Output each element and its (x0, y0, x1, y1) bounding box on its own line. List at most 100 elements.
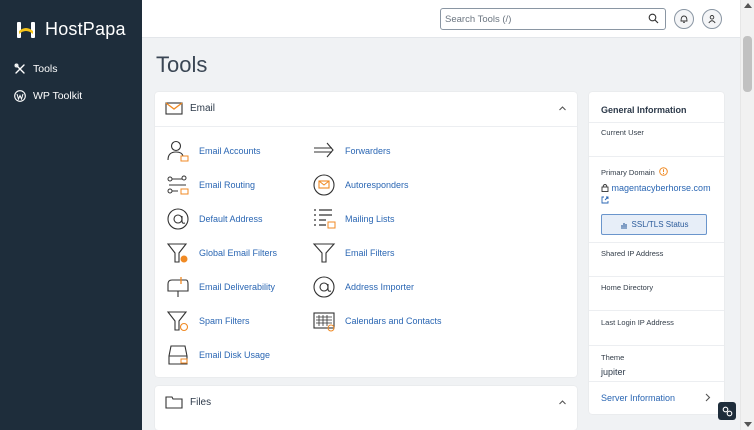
spam-filters-icon (166, 311, 189, 332)
brand-name: HostPapa (45, 19, 126, 39)
bell-icon (680, 15, 688, 23)
tool-label: Email Routing (199, 180, 256, 190)
tool-forwarders[interactable]: Forwarders (311, 138, 391, 164)
section-title: Email (190, 103, 216, 114)
tool-label: Spam Filters (199, 316, 250, 326)
tool-email-routing[interactable]: Email Routing (165, 172, 255, 198)
page-scrollbar[interactable] (740, 0, 754, 430)
current-user-label: Current User (601, 128, 644, 137)
info-circle-icon[interactable] (659, 167, 668, 176)
primary-domain-value: magentacyberhorse.com (611, 183, 711, 193)
divider (589, 122, 724, 123)
divider (589, 276, 724, 277)
email-filters-icon (312, 243, 336, 263)
tool-address-importer[interactable]: Address Importer (311, 274, 414, 300)
divider (589, 242, 724, 243)
tool-label: Global Email Filters (199, 248, 278, 258)
divider (589, 156, 724, 157)
forwarders-icon (314, 142, 334, 158)
folder-icon (165, 396, 183, 409)
divider (589, 381, 724, 382)
search-input[interactable] (445, 11, 641, 27)
search-icon[interactable] (648, 13, 659, 24)
theme-value: jupiter (601, 367, 626, 377)
tool-label: Email Deliverability (199, 282, 276, 292)
tool-label: Mailing Lists (345, 214, 395, 224)
divider (589, 310, 724, 311)
search-box[interactable] (440, 8, 666, 30)
tool-global-email-filters[interactable]: Global Email Filters (165, 240, 277, 266)
email-section: Email Email Accounts Email Routing Defau… (155, 92, 577, 377)
scroll-up-arrow-icon[interactable] (744, 3, 752, 8)
user-menu-button[interactable] (702, 9, 722, 29)
tool-label: Calendars and Contacts (345, 316, 442, 326)
tool-label: Email Disk Usage (199, 350, 271, 360)
tools-icon (14, 63, 25, 74)
tool-label: Default Address (199, 214, 263, 224)
theme-label: Theme (601, 353, 625, 362)
sidebar-item-label: WP Toolkit (33, 90, 83, 102)
hostpapa-logo-icon (17, 21, 35, 38)
mailing-lists-icon (314, 209, 336, 229)
tool-email-deliverability[interactable]: Email Deliverability (165, 274, 275, 300)
files-section: Files (155, 386, 577, 430)
page-title: Tools (156, 52, 208, 77)
external-link-icon[interactable] (601, 196, 609, 204)
ssl-button-label: SSL/TLS Status (631, 220, 689, 229)
link-icon (722, 406, 732, 416)
link-tools-button[interactable] (718, 402, 736, 420)
scroll-thumb[interactable] (743, 36, 752, 92)
tool-label: Email Accounts (199, 146, 261, 156)
tool-label: Address Importer (345, 282, 415, 292)
chevron-right-icon[interactable] (703, 392, 712, 403)
email-section-header[interactable]: Email (155, 92, 577, 127)
email-deliverability-icon (167, 277, 189, 297)
divider (589, 345, 724, 346)
primary-domain-label: Primary Domain (601, 167, 668, 177)
wordpress-icon (14, 90, 26, 102)
chevron-up-icon[interactable] (558, 398, 567, 407)
files-section-header[interactable]: Files (155, 386, 577, 421)
autoresponders-icon (313, 174, 335, 196)
panel-title: General Information (601, 105, 687, 115)
default-address-icon (167, 208, 189, 230)
sidebar-item-tools[interactable]: Tools (14, 63, 58, 75)
general-information-panel: General Information Current User Primary… (589, 92, 724, 414)
notifications-button[interactable] (674, 9, 694, 29)
user-icon (708, 15, 716, 24)
tool-autoresponders[interactable]: Autoresponders (311, 172, 409, 198)
section-title: Files (190, 397, 212, 408)
last-login-label: Last Login IP Address (601, 318, 674, 327)
tool-label: Forwarders (345, 146, 391, 156)
email-routing-icon (167, 175, 189, 195)
tool-label: Email Filters (345, 248, 395, 258)
home-directory-label: Home Directory (601, 283, 654, 292)
tool-email-accounts[interactable]: Email Accounts (165, 138, 261, 164)
sidebar-item-label: Tools (33, 63, 58, 75)
chevron-up-icon[interactable] (558, 104, 567, 113)
primary-domain-label-text: Primary Domain (601, 168, 655, 177)
scroll-down-arrow-icon[interactable] (744, 422, 752, 427)
server-information-link[interactable]: Server Information (601, 393, 675, 403)
hostpapa-logo[interactable]: HostPapa (16, 19, 126, 40)
tool-email-disk-usage[interactable]: Email Disk Usage (165, 342, 270, 368)
sidebar: HostPapa Tools WP Toolkit (0, 0, 142, 430)
global-email-filters-icon (166, 243, 188, 263)
tool-default-address[interactable]: Default Address (165, 206, 263, 232)
sidebar-item-wp-toolkit[interactable]: WP Toolkit (14, 90, 82, 102)
tool-spam-filters[interactable]: Spam Filters (165, 308, 250, 334)
email-disk-usage-icon (168, 345, 188, 365)
envelope-icon (165, 102, 183, 115)
tool-mailing-lists[interactable]: Mailing Lists (311, 206, 395, 232)
tool-calendars-contacts[interactable]: Calendars and Contacts (311, 308, 442, 334)
primary-domain-link[interactable]: magentacyberhorse.com (601, 182, 711, 208)
shared-ip-label: Shared IP Address (601, 249, 664, 258)
address-importer-icon (313, 276, 335, 298)
tool-label: Autoresponders (345, 180, 409, 190)
tool-email-filters[interactable]: Email Filters (311, 240, 395, 266)
bar-chart-icon (620, 222, 627, 229)
ssl-tls-status-button[interactable]: SSL/TLS Status (601, 214, 707, 235)
calendars-contacts-icon (313, 312, 335, 332)
top-header (142, 0, 740, 38)
email-accounts-icon (167, 140, 189, 162)
